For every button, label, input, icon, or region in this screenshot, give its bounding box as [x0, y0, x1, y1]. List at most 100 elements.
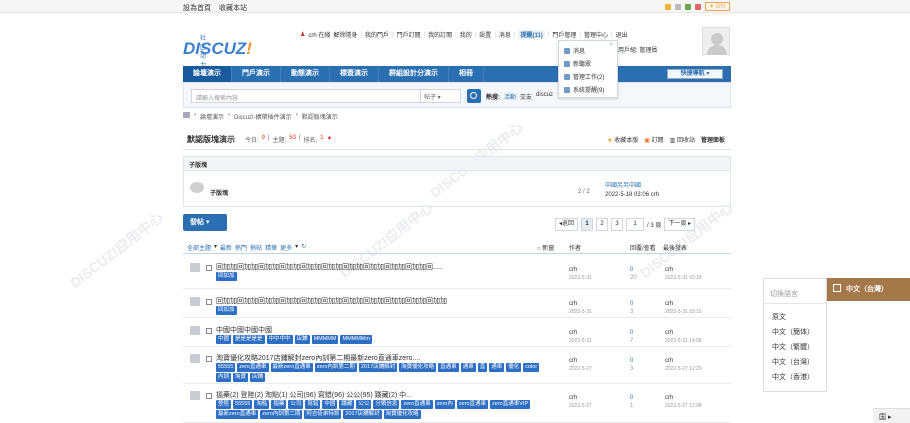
thread-checkbox[interactable] [206, 356, 212, 362]
thread-tag[interactable]: 搵藥 [271, 400, 287, 409]
thread-tag[interactable]: 通車 [460, 363, 476, 372]
nav-item-groups[interactable]: 群組設計分演示 [379, 66, 449, 82]
back-button[interactable]: ◂返回 [555, 218, 579, 231]
ime-indicator[interactable]: 国 ▸ [873, 408, 910, 423]
lang-option[interactable]: 原文 [772, 312, 786, 322]
expand-icon[interactable] [675, 3, 682, 10]
subforum-name[interactable]: 子版塊 [210, 188, 228, 197]
subforum-last-title[interactable]: 中國另另中國 [605, 183, 641, 189]
hot-search-item[interactable]: 活動 [504, 92, 516, 101]
breadcrumb-item[interactable]: 默認版塊演示 [302, 112, 338, 121]
thread-tag[interactable]: 直通車 [438, 363, 459, 372]
thread-tag[interactable]: 55555 [233, 400, 253, 409]
manage-panel-link[interactable]: 管理面板 [701, 135, 725, 144]
search-button[interactable] [467, 89, 481, 103]
nav-item-forum[interactable]: 論壇演示 [183, 66, 232, 82]
quick-nav-button[interactable]: 快捷導航 ▾ [667, 69, 723, 79]
thread-tag[interactable]: 優化 [506, 363, 522, 372]
thread-tag[interactable]: color [523, 363, 540, 372]
thread-tag[interactable]: 登陸 [216, 400, 232, 409]
page-2[interactable]: 2 [596, 218, 609, 231]
recycle-link[interactable]: ▥ 回收站 [670, 135, 695, 144]
thread-tag[interactable]: 寫錯 [305, 400, 321, 409]
user-link-portal-sub[interactable]: 門戶訂閱 [397, 30, 421, 39]
thread-tag[interactable]: 中國 [216, 335, 232, 344]
thread-tag[interactable]: 踐藏 [339, 400, 355, 409]
thread-tag[interactable]: zero內 [434, 400, 455, 409]
favorite-forum-link[interactable]: ★ 收藏本版 [607, 135, 638, 144]
thread-tag[interactable]: 店鋪 [250, 373, 266, 382]
nav-item-tags[interactable]: 標簽演示 [330, 66, 379, 82]
thread-tag[interactable]: 阿吉徒弟特訓 [304, 410, 342, 419]
avatar[interactable] [702, 27, 730, 55]
user-link-portal-admin[interactable]: 門戶管理 [552, 30, 576, 39]
thread-tag[interactable]: 淘寶優化攻略 [383, 410, 421, 419]
user-group[interactable]: 用戶組: 管理員 [618, 45, 657, 54]
user-link-messages[interactable]: 消息 [499, 30, 511, 39]
thread-tag[interactable]: 淘點 [254, 400, 270, 409]
close-icon[interactable]: × [609, 42, 613, 48]
thread-checkbox[interactable] [206, 328, 212, 334]
thread-tag[interactable]: zero直通車 [401, 400, 433, 409]
lang-option[interactable]: 中文（香港） [772, 372, 814, 382]
thread-tag[interactable]: zero內訓第二期 [314, 363, 357, 372]
dropdown-item-messages[interactable]: 消息 [564, 46, 585, 55]
thread-tag[interactable]: 店鋪 [294, 335, 310, 344]
thread-tag[interactable]: 通車 [489, 363, 505, 372]
thread-title[interactable]: 回加加回加加回加加回加加回加加回加加回加加回加加回加加回加加回加加 [216, 296, 447, 306]
nav-item-feed[interactable]: 動態演示 [281, 66, 330, 82]
thread-tag[interactable]: 最新zero直通車 [216, 410, 259, 419]
thread-tag[interactable]: 分類信息 [373, 400, 400, 409]
thread-tag[interactable]: MMMMMm [340, 335, 372, 344]
thread-tag[interactable]: zero直通車 [237, 363, 269, 372]
thread-tag[interactable]: 55555 [216, 363, 236, 372]
breadcrumb-item[interactable]: 論壇演示 [200, 112, 224, 121]
page-3[interactable]: 3 [611, 218, 624, 231]
filter-more[interactable]: 更多 [280, 243, 292, 252]
thread-title[interactable]: 回加加回加加回加加回加加回加加回加加回加加回加加回加加回加加回..... [216, 262, 443, 272]
subscribe-link[interactable]: ▣ 訂閱 [644, 135, 663, 144]
thread-title[interactable]: 搵藥(2) 登陸(2) 淘點(1) 公司(96) 寫錯(96) 公公(95) 踐… [216, 390, 412, 400]
thread-tag[interactable]: zero直通車VIP [490, 400, 531, 409]
thread-tag[interactable]: 回加加 [216, 272, 237, 281]
user-link-logout[interactable]: 退出 [616, 30, 628, 39]
thread-title[interactable]: 中國中國中國中國 [216, 325, 272, 335]
search-type-select[interactable]: 帖子 ▾ [420, 90, 462, 102]
thread-checkbox[interactable] [206, 393, 212, 399]
thread-checkbox[interactable] [206, 265, 212, 271]
dropdown-item-manage[interactable]: 管理工作(2) [564, 72, 604, 81]
thread-title[interactable]: 淘寶優化攻略2017店鋪解封zero內訓第二期最新zero直通車zero.... [216, 353, 420, 363]
search-input[interactable]: 請輸入搜索內容 帖子 ▾ [191, 89, 461, 103]
next-page-button[interactable]: 下一頁 ▸ [664, 218, 696, 231]
set-home-link[interactable]: 設為首頁 [183, 5, 211, 12]
thread-tag[interactable]: 中中中中 [266, 335, 293, 344]
thread-tag[interactable]: 是是是是是 [233, 335, 265, 344]
thread-checkbox[interactable] [206, 299, 212, 305]
user-link-settings[interactable]: 設置 [479, 30, 491, 39]
lang-option[interactable]: 中文（繁體） [772, 342, 814, 352]
home-icon[interactable] [183, 112, 190, 118]
user-link-my[interactable]: 我的 [460, 30, 472, 39]
user-link-admin[interactable]: 管理中心 [584, 30, 608, 39]
breadcrumb-item[interactable]: Discuz!-擴帶插件演示 [234, 112, 292, 121]
thread-tag[interactable]: 公司 [288, 400, 304, 409]
dropdown-item-system[interactable]: 系統提醒(9) [564, 85, 604, 94]
new-window-toggle[interactable]: ○ 新窗 [537, 243, 554, 252]
user-link-portal[interactable]: 我的門戶 [365, 30, 389, 39]
filter-all[interactable]: 全部主題 [187, 243, 211, 252]
edit-icon[interactable] [695, 3, 702, 10]
post-button[interactable]: 發帖 ▾ [183, 214, 227, 231]
user-link-notify[interactable]: 提醒(11) [518, 30, 545, 39]
thread-tag[interactable]: MMMMM [311, 335, 339, 344]
thread-tag[interactable]: 2017店鋪解封 [343, 410, 382, 419]
page-1[interactable]: 1 [581, 218, 594, 231]
page-input[interactable]: 1 [626, 218, 645, 231]
refresh-icon[interactable]: ↻ [301, 243, 306, 252]
lightbulb-icon[interactable] [665, 3, 672, 10]
filter-hot-post[interactable]: 熱帖 [250, 243, 262, 252]
thread-tag[interactable]: 公公 [356, 400, 372, 409]
user-link-invisible[interactable]: 解除隱身 [333, 30, 357, 39]
thread-tag[interactable]: zero直通車 [456, 400, 489, 409]
lang-option[interactable]: 中文（台灣） [772, 357, 814, 367]
filter-hot[interactable]: 熱門 [235, 243, 247, 252]
